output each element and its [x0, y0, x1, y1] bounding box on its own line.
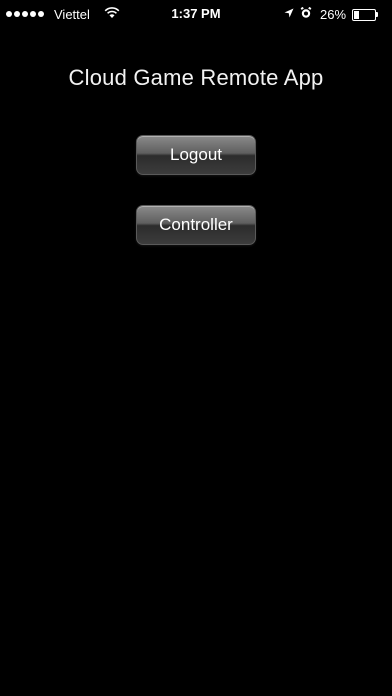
controller-button[interactable]: Controller: [136, 205, 256, 245]
app-title: Cloud Game Remote App: [68, 65, 324, 90]
battery-percent: 26%: [320, 7, 347, 22]
status-bar: Viettel 1:37 PM 26%: [0, 0, 392, 28]
battery-level-fill: [354, 11, 359, 19]
battery-icon: [352, 9, 376, 21]
logout-button[interactable]: Logout: [136, 135, 256, 175]
alarm-icon: [300, 7, 312, 18]
location-arrow-icon: [284, 8, 294, 18]
battery-tip: [376, 12, 378, 17]
